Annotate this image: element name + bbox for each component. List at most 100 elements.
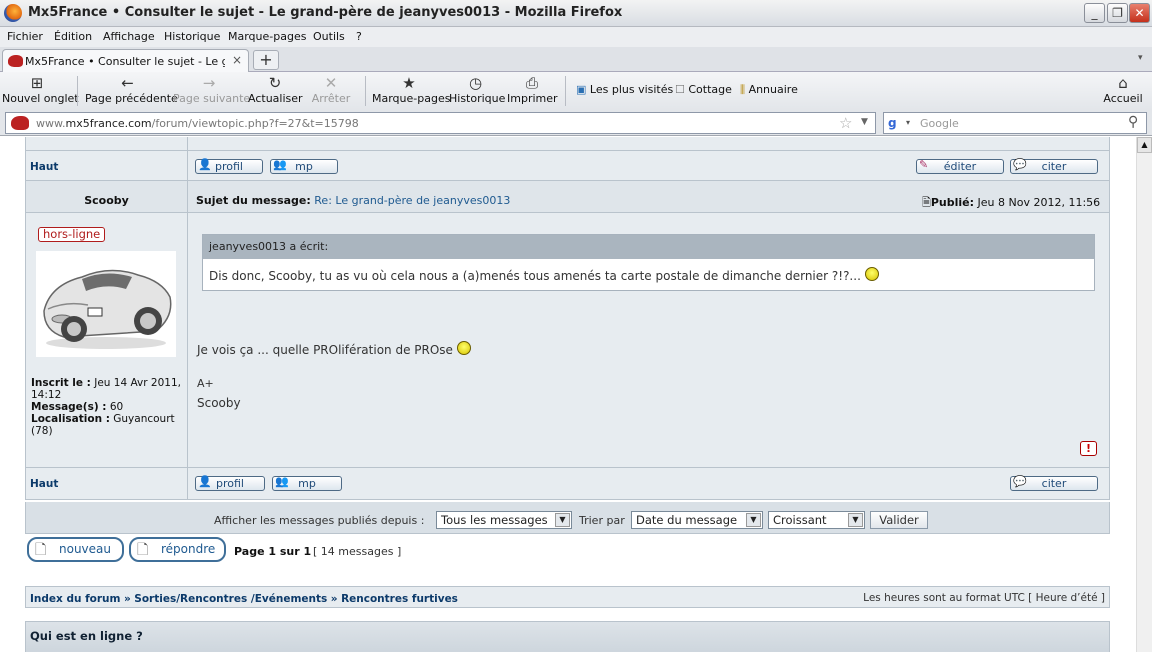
menu-outils[interactable]: Outils — [313, 30, 345, 43]
back-button[interactable]: ← Page précédente — [85, 74, 178, 105]
chevron-down-icon: ▼ — [848, 513, 863, 527]
vertical-scrollbar[interactable]: ▲ — [1136, 137, 1152, 652]
reply-button[interactable]: 🗋 répondre — [129, 537, 226, 562]
reply-document-icon: 🗋 — [137, 542, 149, 558]
pm-button[interactable]: 👥 mp — [272, 475, 342, 491]
post-text-line2: A+ — [197, 377, 214, 390]
address-field[interactable]: www.mx5france.com/forum/viewtopic.php?f=… — [5, 112, 876, 134]
tab-list-icon[interactable]: ▾ — [1138, 53, 1143, 63]
chevron-down-icon: ▼ — [555, 513, 570, 527]
bookmark-most-visited[interactable]: ▣ Les plus visités — [576, 83, 673, 96]
top-link[interactable]: Haut — [30, 161, 58, 173]
new-tab-toolbar-button[interactable]: ⊞ Nouvel onglet — [2, 74, 79, 105]
filter-bar: Afficher les messages publiés depuis : T… — [25, 502, 1110, 534]
close-button[interactable]: ✕ — [1129, 3, 1150, 23]
previous-post-footer: Haut 👤 profil 👥 mp ✎ éditer 💬 citer — [25, 151, 1110, 181]
pm-button[interactable]: 👥 mp — [270, 158, 338, 174]
clock-icon: ◷ — [468, 74, 483, 92]
submit-button[interactable]: Valider — [870, 511, 928, 529]
bookmark-star-icon[interactable]: ☆ — [839, 114, 852, 132]
online-section: Qui est en ligne ? — [25, 621, 1110, 652]
navigation-toolbar: ⊞ Nouvel onglet ← Page précédente → Page su… — [0, 72, 1152, 110]
url-dropdown-icon[interactable]: ▼ — [861, 117, 868, 127]
breadcrumb-forum[interactable]: Rencontres furtives — [341, 593, 458, 605]
status-badge: hors-ligne — [38, 227, 106, 242]
menu-help[interactable]: ? — [356, 30, 362, 43]
firefox-logo-icon — [4, 4, 22, 22]
post-header: Scooby Sujet du message: Re: Le grand-pè… — [25, 181, 1110, 213]
maximize-button[interactable]: ❐ — [1107, 3, 1128, 23]
post-date: 🗎Publié: Jeu 8 Nov 2012, 11:56 — [922, 196, 1101, 209]
quote-button[interactable]: 💬 citer — [1010, 158, 1098, 174]
bookmarks-button[interactable]: ★ Marque-pages — [372, 74, 450, 105]
top-link[interactable]: Haut — [30, 478, 58, 490]
quote-button[interactable]: 💬 citer — [1010, 475, 1098, 491]
stop-button[interactable]: ✕ Arrêter — [306, 74, 356, 105]
menu-bar: Fichier Édition Affichage Historique Mar… — [0, 27, 1152, 47]
menu-historique[interactable]: Historique — [164, 30, 220, 43]
sort-by-label: Trier par — [579, 514, 625, 527]
post-text-line1: Je vois ça ... quelle PROlifération de P… — [197, 341, 471, 357]
forward-button[interactable]: → Page suivante — [173, 74, 250, 105]
timezone-note: Les heures sont au format UTC [ Heure d’… — [863, 592, 1105, 604]
speech-bubble-icon: 💬 — [1013, 158, 1027, 171]
sort-by-select[interactable]: Date du message ▼ — [631, 511, 763, 529]
search-magnifier-icon[interactable]: ⚲ — [1128, 114, 1138, 130]
user-icon: 👤 — [198, 158, 212, 171]
post-author[interactable]: Scooby — [26, 194, 187, 207]
profile-button[interactable]: 👤 profil — [195, 475, 265, 491]
bookmark-cottage[interactable]: ☐ Cottage — [675, 83, 732, 96]
breadcrumb-category[interactable]: Sorties/Rencontres /Evénements — [134, 593, 327, 605]
quote-block: jeanyves0013 a écrit: Dis donc, Scooby, … — [202, 234, 1095, 291]
breadcrumb: Index du forum » Sorties/Rencontres /Evé… — [25, 586, 1110, 608]
annuaire-icon: ⫼ — [740, 83, 746, 96]
menu-affichage[interactable]: Affichage — [103, 30, 155, 43]
tab-close-icon[interactable]: × — [232, 53, 242, 67]
menu-fichier[interactable]: Fichier — [7, 30, 43, 43]
display-since-label: Afficher les messages publiés depuis : — [214, 514, 425, 527]
profile-button[interactable]: 👤 profil — [195, 158, 263, 174]
separator — [565, 76, 566, 106]
print-button[interactable]: ⎙ Imprimer — [507, 74, 558, 105]
mx5-favicon-icon — [8, 55, 23, 67]
new-tab-button[interactable]: + — [253, 50, 279, 70]
new-topic-button[interactable]: 🗋 nouveau — [27, 537, 124, 562]
report-button[interactable]: ! — [1080, 441, 1097, 456]
edit-button[interactable]: ✎ éditer — [916, 158, 1004, 174]
column-divider — [187, 151, 188, 181]
separator — [365, 76, 366, 106]
search-placeholder: Google — [920, 117, 959, 130]
pencil-icon: ✎ — [919, 158, 929, 171]
post-page-icon: 🗎 — [922, 196, 931, 209]
author-profile: Inscrit le : Jeu 14 Avr 2011, 14:12 Mess… — [31, 377, 181, 437]
reload-button[interactable]: ↻ Actualiser — [248, 74, 303, 105]
post-subject: Sujet du message: Re: Le grand-père de j… — [196, 194, 511, 207]
column-divider — [187, 468, 188, 500]
sort-order-select[interactable]: Croissant ▼ — [768, 511, 865, 529]
separator — [77, 76, 78, 106]
menu-marque-pages[interactable]: Marque-pages — [228, 30, 306, 43]
avatar — [36, 251, 176, 357]
tab-mx5france[interactable]: Mx5France • Consulter le sujet - Le gran… — [2, 49, 249, 72]
address-bar-row: www.mx5france.com/forum/viewtopic.php?f=… — [0, 110, 1152, 136]
search-field[interactable]: g ▾ Google ⚲ — [883, 112, 1147, 134]
page-icon: ☐ — [675, 83, 685, 96]
menu-edition[interactable]: Édition — [54, 30, 92, 43]
scroll-up-arrow-icon[interactable]: ▲ — [1137, 137, 1152, 153]
window-title: Mx5France • Consulter le sujet - Le gran… — [28, 5, 623, 20]
quote-header: jeanyves0013 a écrit: — [203, 235, 1094, 259]
minimize-button[interactable]: _ — [1084, 3, 1105, 23]
speech-bubble-icon: 💬 — [1013, 475, 1027, 488]
post-signature: Scooby — [197, 396, 241, 410]
online-title: Qui est en ligne ? — [30, 629, 143, 643]
engine-dropdown-icon[interactable]: ▾ — [906, 118, 910, 127]
bookmark-star-icon: ★ — [402, 74, 416, 92]
breadcrumb-index[interactable]: Index du forum — [30, 593, 120, 605]
previous-post-bottom — [25, 137, 1110, 151]
stop-icon: ✕ — [324, 74, 338, 92]
bookmark-annuaire[interactable]: ⫼ Annuaire — [740, 83, 798, 97]
history-button[interactable]: ◷ Historique — [449, 74, 505, 105]
pagination: Page 1 sur 1 — [234, 545, 312, 558]
home-button[interactable]: ⌂ Accueil — [1102, 74, 1144, 105]
display-since-select[interactable]: Tous les messages ▼ — [436, 511, 572, 529]
